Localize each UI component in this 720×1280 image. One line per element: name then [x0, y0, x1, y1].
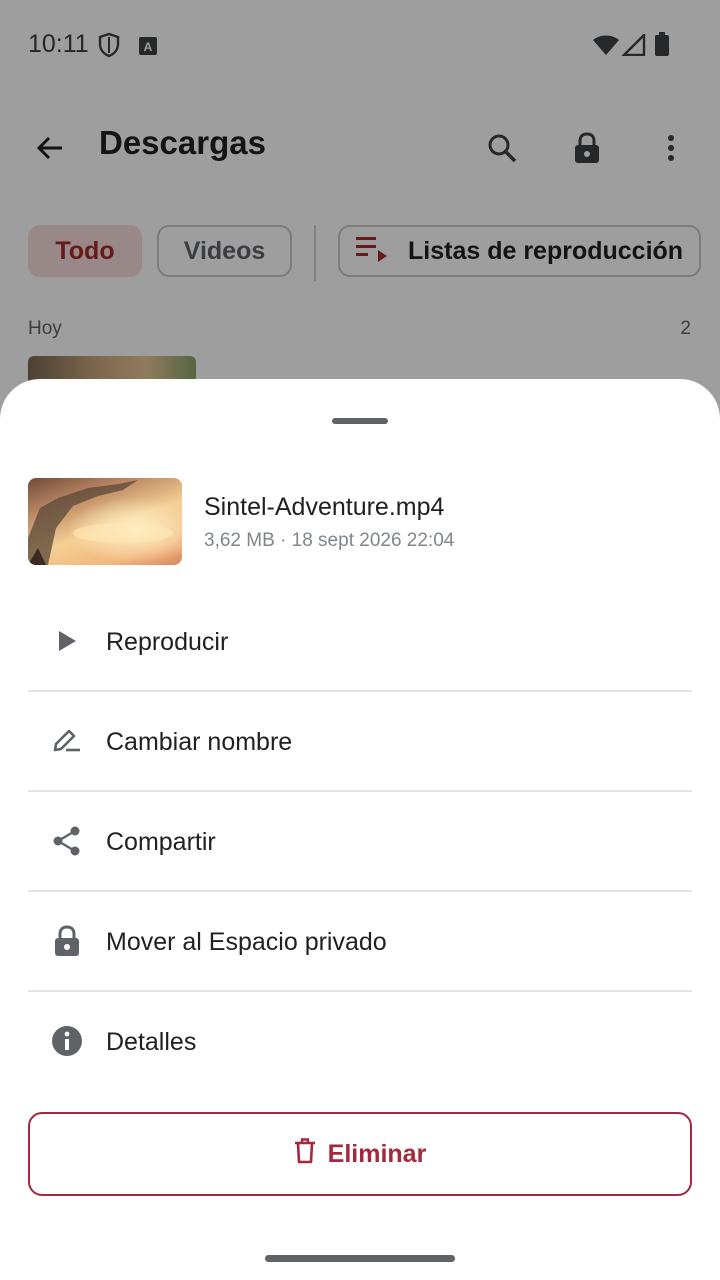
action-share[interactable]: Compartir	[0, 792, 720, 892]
action-label: Mover al Espacio privado	[106, 928, 387, 956]
action-rename[interactable]: Cambiar nombre	[0, 692, 720, 792]
share-icon	[48, 822, 86, 860]
trash-icon	[294, 1137, 316, 1171]
sheet-drag-handle[interactable]	[332, 418, 388, 424]
bottom-sheet: Sintel-Adventure.mp4 3,62 MB · 18 sept 2…	[0, 379, 720, 1280]
gesture-nav-handle[interactable]	[265, 1255, 455, 1262]
action-details[interactable]: Detalles	[0, 992, 720, 1092]
delete-button[interactable]: Eliminar	[28, 1112, 692, 1196]
play-icon	[48, 622, 86, 660]
action-move-private[interactable]: Mover al Espacio privado	[0, 892, 720, 992]
delete-label: Eliminar	[327, 1139, 427, 1168]
action-play[interactable]: Reproducir	[0, 592, 720, 692]
rename-pen-icon	[48, 722, 86, 760]
file-meta: 3,62 MB · 18 sept 2026 22:04	[204, 530, 455, 551]
action-label: Compartir	[106, 828, 216, 856]
action-label: Reproducir	[106, 628, 229, 656]
action-label: Cambiar nombre	[106, 728, 293, 756]
lock-icon	[48, 922, 86, 960]
file-name: Sintel-Adventure.mp4	[204, 493, 445, 521]
action-label: Detalles	[106, 1028, 197, 1056]
info-icon	[48, 1022, 86, 1060]
action-menu: Reproducir Cambiar nombre Compartir Move…	[0, 592, 720, 1092]
file-thumbnail	[28, 478, 182, 565]
